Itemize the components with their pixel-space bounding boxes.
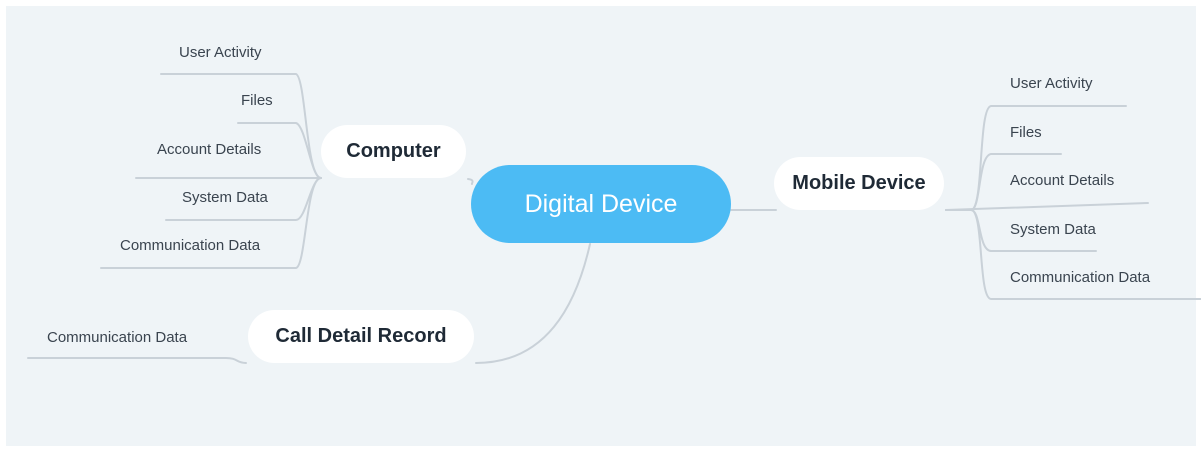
- branch-node-computer[interactable]: Computer: [321, 125, 466, 178]
- mobile-leaf-files[interactable]: Files: [1010, 124, 1042, 141]
- mobile-leaf-communication-data[interactable]: Communication Data: [1010, 269, 1150, 286]
- mobile-leaf-user-activity[interactable]: User Activity: [1010, 75, 1093, 92]
- computer-leaf-files[interactable]: Files: [241, 92, 273, 109]
- branch-node-mobile-device[interactable]: Mobile Device: [774, 157, 944, 210]
- mind-map-canvas: Digital Device Computer User Activity Fi…: [6, 6, 1201, 446]
- mobile-leaf-system-data[interactable]: System Data: [1010, 221, 1096, 238]
- link-root-cdr: [475, 243, 591, 364]
- link-computer-user-activity: [160, 73, 322, 179]
- branch-label-call-detail-record: Call Detail Record: [275, 325, 447, 347]
- root-label: Digital Device: [524, 189, 678, 218]
- computer-leaf-user-activity[interactable]: User Activity: [179, 44, 262, 61]
- root-node[interactable]: Digital Device: [471, 165, 731, 243]
- cdr-leaf-communication-data[interactable]: Communication Data: [47, 329, 187, 346]
- computer-leaf-system-data[interactable]: System Data: [182, 189, 268, 206]
- computer-leaf-communication-data[interactable]: Communication Data: [120, 237, 260, 254]
- link-root-computer: [467, 178, 474, 185]
- link-mobile-user-activity: [945, 105, 1127, 211]
- link-cdr-communication-data: [27, 357, 247, 364]
- branch-label-mobile-device: Mobile Device: [792, 172, 926, 194]
- branch-node-call-detail-record[interactable]: Call Detail Record: [248, 310, 474, 363]
- mobile-leaf-account-details[interactable]: Account Details: [1010, 172, 1114, 189]
- branch-label-computer: Computer: [346, 140, 441, 162]
- computer-leaf-account-details[interactable]: Account Details: [157, 141, 261, 158]
